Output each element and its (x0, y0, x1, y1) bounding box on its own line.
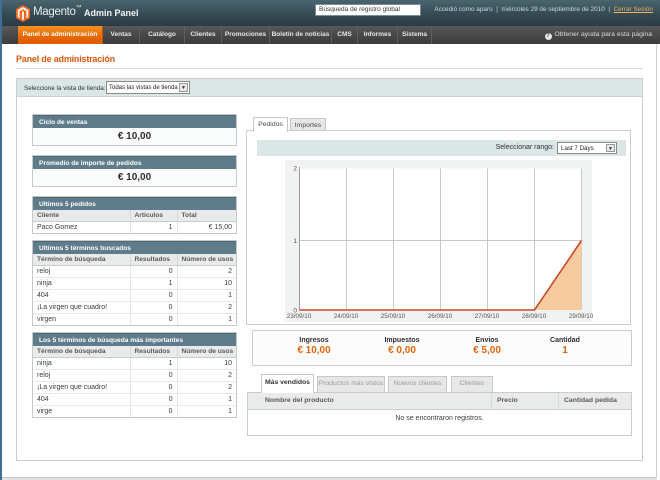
svg-text:24/09/10: 24/09/10 (334, 313, 359, 320)
svg-text:1: 1 (293, 238, 297, 245)
svg-text:26/09/10: 26/09/10 (428, 313, 453, 320)
svg-text:2: 2 (293, 166, 297, 173)
svg-text:27/09/10: 27/09/10 (475, 313, 500, 320)
svg-text:25/09/10: 25/09/10 (381, 313, 406, 320)
svg-text:23/09/10: 23/09/10 (287, 313, 312, 320)
svg-text:28/09/10: 28/09/10 (522, 313, 547, 320)
svg-text:29/09/10: 29/09/10 (569, 313, 594, 320)
